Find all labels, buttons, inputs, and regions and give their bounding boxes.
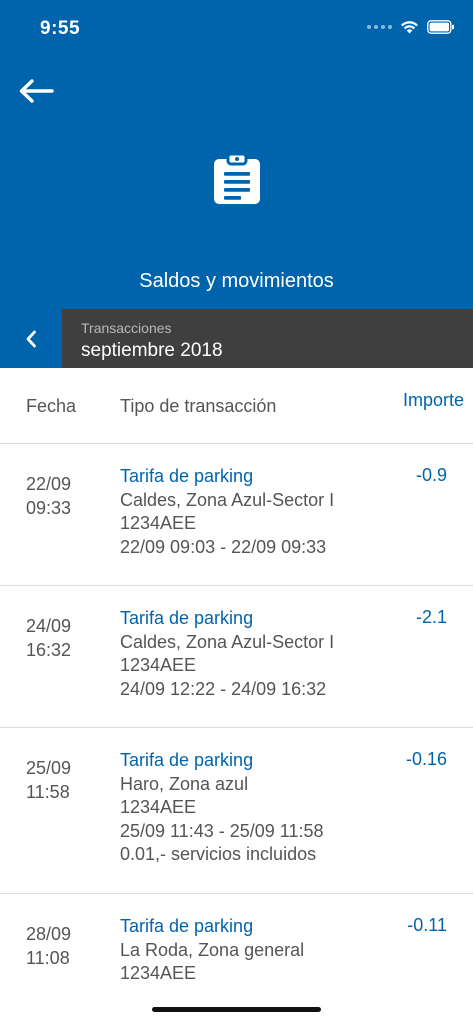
table-row[interactable]: 28/09 11:08 Tarifa de parking La Roda, Z… — [0, 894, 473, 979]
row-range: 24/09 12:22 - 24/09 16:32 — [120, 678, 327, 699]
row-time: 11:08 — [26, 948, 70, 968]
row-plate: 1234AEE — [120, 797, 197, 817]
back-button[interactable] — [16, 74, 56, 108]
column-header-date: Fecha — [26, 396, 77, 416]
home-indicator[interactable] — [152, 1007, 321, 1012]
chevron-left-icon — [26, 330, 36, 347]
status-time: 9:55 — [40, 18, 81, 39]
wifi-icon — [401, 21, 418, 34]
period-selector: Transacciones septiembre 2018 — [0, 309, 473, 368]
row-date: 25/09 — [26, 758, 72, 778]
row-details: Tarifa de parking Haro, Zona azul 1234AE… — [120, 749, 324, 867]
table-row[interactable]: 22/09 09:33 Tarifa de parking Caldes, Zo… — [0, 444, 473, 586]
table-row[interactable]: 24/09 16:32 Tarifa de parking Caldes, Zo… — [0, 586, 473, 728]
row-plate: 1234AEE — [120, 963, 197, 979]
row-datetime: 24/09 16:32 — [26, 614, 71, 662]
row-location: La Roda, Zona general — [120, 939, 305, 960]
row-details: Tarifa de parking Caldes, Zona Azul-Sect… — [120, 465, 334, 559]
row-title: Tarifa de parking — [120, 466, 254, 486]
row-title: Tarifa de parking — [120, 750, 254, 770]
row-extra: 0.01,- servicios incluidos — [120, 844, 317, 864]
arrow-left-icon — [19, 79, 54, 103]
row-title: Tarifa de parking — [120, 608, 254, 628]
row-plate: 1234AEE — [120, 513, 197, 533]
row-range: 25/09 11:43 - 25/09 11:58 — [120, 820, 324, 841]
row-plate: 1234AEE — [120, 655, 197, 675]
signal-icon — [367, 25, 392, 29]
row-datetime: 28/09 11:08 — [26, 922, 71, 970]
period-value: septiembre 2018 — [81, 340, 223, 361]
row-amount: -0.16 — [405, 749, 447, 769]
row-date: 28/09 — [26, 924, 72, 944]
row-title: Tarifa de parking — [120, 916, 254, 936]
battery-icon — [427, 20, 454, 34]
column-header-type: Tipo de transacción — [120, 396, 277, 416]
table-row[interactable]: 25/09 11:58 Tarifa de parking Haro, Zona… — [0, 728, 473, 894]
row-time: 16:32 — [26, 640, 72, 660]
row-time: 09:33 — [26, 498, 72, 518]
table-header: Fecha Tipo de transacción Importe — [0, 368, 473, 444]
status-indicators — [367, 20, 455, 34]
row-range: 22/09 09:03 - 22/09 09:33 — [120, 536, 327, 557]
row-time: 11:58 — [26, 782, 70, 802]
row-amount: -2.1 — [415, 607, 447, 627]
page-title: Saldos y movimientos — [139, 270, 334, 292]
column-header-amount[interactable]: Importe — [403, 390, 464, 411]
row-date: 22/09 — [26, 474, 72, 494]
row-location: Haro, Zona azul — [120, 773, 249, 794]
period-panel[interactable]: Transacciones septiembre 2018 — [62, 309, 473, 368]
row-datetime: 25/09 11:58 — [26, 756, 71, 804]
row-details: Tarifa de parking Caldes, Zona Azul-Sect… — [120, 607, 334, 701]
row-details: Tarifa de parking La Roda, Zona general … — [120, 915, 304, 979]
app-header: 9:55 Saldos y movimientos — [0, 0, 473, 309]
period-label: Transacciones — [81, 320, 172, 336]
row-amount: -0.9 — [415, 465, 447, 485]
prev-period-button[interactable] — [0, 309, 62, 368]
row-amount: -0.11 — [407, 915, 447, 935]
row-location: Caldes, Zona Azul-Sector I — [120, 631, 335, 652]
clipboard-list-icon — [214, 152, 260, 204]
row-date: 24/09 — [26, 616, 72, 636]
row-datetime: 22/09 09:33 — [26, 472, 71, 520]
row-location: Caldes, Zona Azul-Sector I — [120, 489, 335, 510]
